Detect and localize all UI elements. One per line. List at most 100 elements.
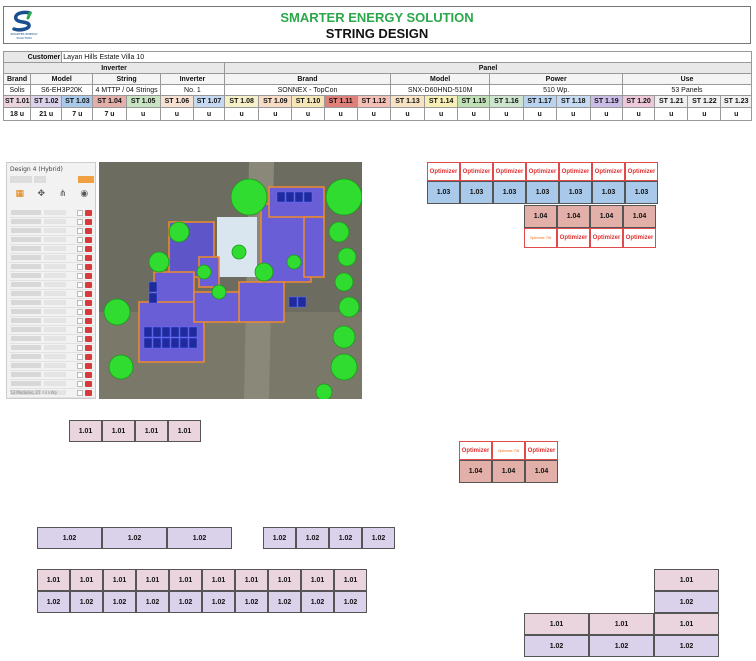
delete-icon[interactable] — [85, 291, 92, 297]
sidebar-row[interactable] — [10, 299, 94, 308]
sidebar-row[interactable] — [10, 290, 94, 299]
sidebar-row[interactable] — [10, 272, 94, 281]
string-count-13: u — [389, 107, 426, 121]
inverter-brand-header: Brand — [2, 73, 32, 85]
delete-icon[interactable] — [85, 318, 92, 324]
string-count-3: 7 u — [61, 107, 94, 121]
delete-icon[interactable] — [85, 372, 92, 378]
delete-icon[interactable] — [85, 345, 92, 351]
sidebar-row[interactable] — [10, 209, 94, 218]
delete-icon[interactable] — [85, 246, 92, 252]
delete-icon[interactable] — [85, 273, 92, 279]
sidebar-row[interactable] — [10, 353, 94, 362]
sidebar-row[interactable] — [10, 317, 94, 326]
edit-icon[interactable] — [77, 291, 83, 297]
customer-label: Customer — [2, 51, 63, 63]
edit-icon[interactable] — [77, 345, 83, 351]
delete-icon[interactable] — [85, 390, 92, 396]
string-cell-s102: 1.02 — [301, 591, 334, 613]
delete-icon[interactable] — [85, 264, 92, 270]
sidebar-row[interactable] — [10, 335, 94, 344]
inverter-string-header: String — [92, 73, 161, 85]
inverter-number-value: No. 1 — [159, 84, 226, 96]
inverter-model-value: S6-EH3P20K — [30, 84, 94, 96]
design-screenshot: Design 4 (Hybrid) ▦ ✥ ⋔ ◉ 53 Modules, 27… — [6, 162, 362, 399]
sidebar-row[interactable] — [10, 236, 94, 245]
sidebar-row[interactable] — [10, 362, 94, 371]
sidebar-row[interactable] — [10, 398, 94, 399]
optimizer-tag: Optimizer — [525, 441, 558, 460]
sidebar-row[interactable] — [10, 227, 94, 236]
sidebar-row[interactable] — [10, 281, 94, 290]
optimizer-tag: Optimizer — [493, 162, 526, 181]
sidebar-row[interactable] — [10, 371, 94, 380]
edit-icon[interactable] — [77, 354, 83, 360]
obstacles-icon[interactable]: ◉ — [76, 189, 92, 205]
edit-icon[interactable] — [77, 264, 83, 270]
sidebar-row[interactable] — [10, 380, 94, 389]
sidebar-row[interactable] — [10, 326, 94, 335]
edit-icon[interactable] — [77, 273, 83, 279]
edit-icon[interactable] — [77, 372, 83, 378]
string-count-11: u — [323, 107, 358, 121]
string-count-2: 21 u — [30, 107, 63, 121]
toolbar-button[interactable] — [34, 176, 46, 183]
sidebar-row[interactable] — [10, 245, 94, 254]
edit-icon[interactable] — [77, 336, 83, 342]
satellite-map[interactable] — [99, 162, 362, 399]
string-label-6: ST 1.06 — [159, 95, 194, 108]
delete-icon[interactable] — [85, 381, 92, 387]
string-count-5: u — [125, 107, 161, 121]
string-label-2: ST 1.02 — [30, 95, 63, 108]
delete-icon[interactable] — [85, 336, 92, 342]
delete-icon[interactable] — [85, 354, 92, 360]
delete-icon[interactable] — [85, 327, 92, 333]
string-label-row: ST 1.01 ST 1.02 ST 1.03 ST 1.04 ST 1.05 ST 1.… — [2, 95, 752, 108]
edit-icon[interactable] — [77, 363, 83, 369]
setbacks-icon[interactable]: ✥ — [33, 189, 49, 205]
toolbar-dropdown[interactable] — [10, 176, 32, 183]
string-cell-s101: 1.01 — [169, 569, 202, 591]
edit-icon[interactable] — [77, 390, 83, 396]
delete-icon[interactable] — [85, 219, 92, 225]
edit-icon[interactable] — [77, 237, 83, 243]
delete-icon[interactable] — [85, 210, 92, 216]
optimizer-tag: Optimizer — [623, 228, 656, 248]
edit-icon[interactable] — [77, 282, 83, 288]
string-cell-s104: 1.04 — [492, 460, 525, 483]
delete-icon[interactable] — [85, 255, 92, 261]
sidebar-row[interactable] — [10, 254, 94, 263]
edit-icon[interactable] — [77, 309, 83, 315]
edit-icon[interactable] — [77, 210, 83, 216]
edit-icon[interactable] — [77, 219, 83, 225]
string-label-20: ST 1.20 — [621, 95, 656, 108]
toolbar-strings-button[interactable] — [78, 176, 94, 183]
string-cell-s102: 1.02 — [169, 591, 202, 613]
delete-icon[interactable] — [85, 228, 92, 234]
edit-icon[interactable] — [77, 228, 83, 234]
edit-icon[interactable] — [77, 246, 83, 252]
string-label-22: ST 1.22 — [687, 95, 722, 108]
string-cell-s101: 1.01 — [136, 569, 169, 591]
edit-icon[interactable] — [77, 381, 83, 387]
string-label-4: ST 1.04 — [92, 95, 127, 108]
sidebar-row[interactable] — [10, 218, 94, 227]
sidebar-row[interactable] — [10, 344, 94, 353]
string-count-1: 18 u — [2, 107, 32, 121]
sidebar-row[interactable] — [10, 263, 94, 272]
delete-icon[interactable] — [85, 300, 92, 306]
delete-icon[interactable] — [85, 282, 92, 288]
edit-icon[interactable] — [77, 318, 83, 324]
string-cell-s102: 1.02 — [202, 591, 235, 613]
sidebar-row[interactable] — [10, 308, 94, 317]
edit-icon[interactable] — [77, 327, 83, 333]
panels-icon[interactable]: ▦ — [12, 189, 28, 205]
strings-icon[interactable]: ⋔ — [55, 189, 71, 205]
delete-icon[interactable] — [85, 237, 92, 243]
delete-icon[interactable] — [85, 309, 92, 315]
edit-icon[interactable] — [77, 255, 83, 261]
delete-icon[interactable] — [85, 363, 92, 369]
string-cell-s102: 1.02 — [296, 527, 329, 549]
edit-icon[interactable] — [77, 300, 83, 306]
string-cell-s101: 1.01 — [524, 613, 589, 635]
